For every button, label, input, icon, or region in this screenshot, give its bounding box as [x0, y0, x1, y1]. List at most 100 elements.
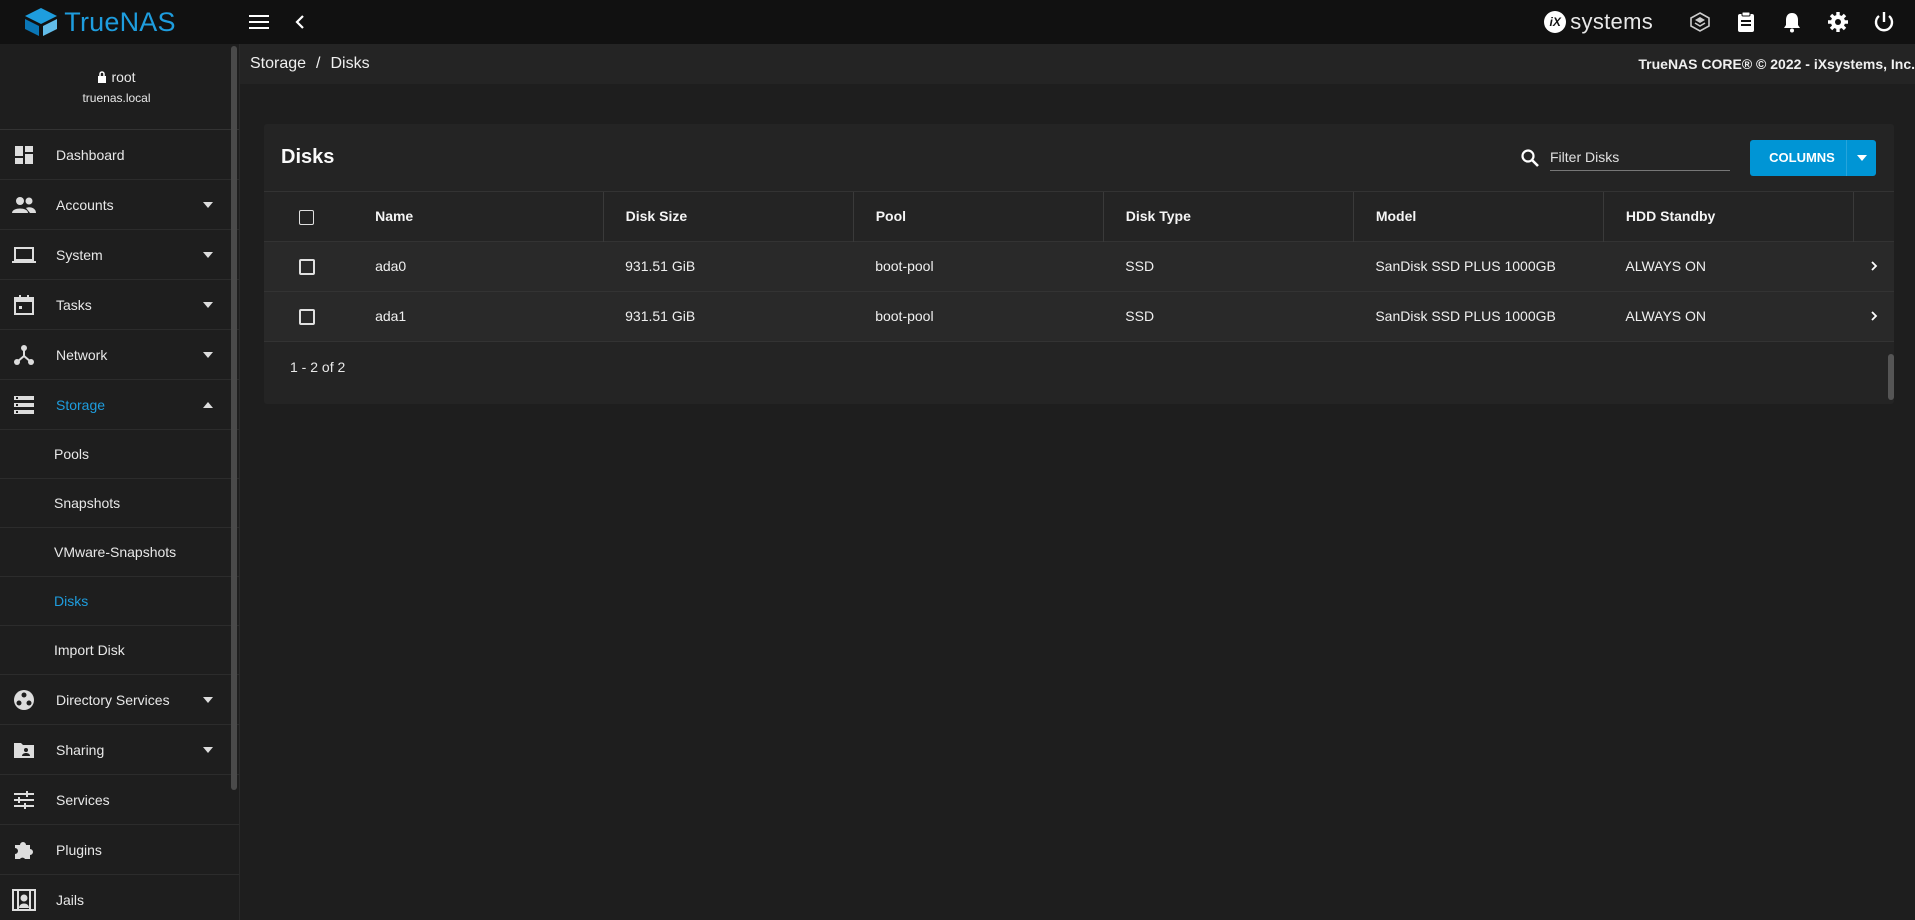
sidebar-item-network[interactable]: Network	[0, 330, 239, 380]
copyright-text[interactable]: TrueNAS CORE® © 2022 - iXsystems, Inc.	[1638, 56, 1915, 72]
power-button[interactable]	[1863, 2, 1905, 42]
sidebar-scrollbar[interactable]	[231, 46, 237, 790]
table-row[interactable]: ada0 931.51 GiB boot-pool SSD SanDisk SS…	[264, 241, 1894, 291]
table-scrollbar[interactable]	[1888, 354, 1894, 400]
cell-model: SanDisk SSD PLUS 1000GB	[1375, 308, 1556, 325]
caret-down-icon	[203, 746, 213, 753]
host-name: truenas.local	[82, 90, 151, 105]
truecommand-button[interactable]	[1679, 2, 1721, 42]
breadcrumb-storage-link[interactable]: Storage	[250, 55, 306, 73]
sidebar-item-label: Dashboard	[56, 146, 125, 163]
user-info: root truenas.local	[0, 44, 239, 130]
menu-toggle-button[interactable]	[240, 2, 280, 42]
network-icon	[12, 343, 36, 367]
chevron-right-icon	[1871, 261, 1877, 271]
columns-button[interactable]: COLUMNS	[1750, 139, 1876, 176]
sidebar-item-tasks[interactable]: Tasks	[0, 280, 239, 330]
storage-icon	[12, 393, 36, 417]
ixsystems-logo[interactable]: iX systems	[1544, 9, 1653, 35]
sidebar-subitem-pools[interactable]: Pools	[0, 430, 239, 479]
sidebar-item-label: Accounts	[56, 196, 114, 213]
bell-icon	[1784, 13, 1800, 33]
breadcrumb-separator: /	[316, 55, 321, 72]
row-expand-button[interactable]	[1853, 291, 1894, 341]
user-name-row: root	[97, 69, 136, 85]
table-row[interactable]: ada1 931.51 GiB boot-pool SSD SanDisk SS…	[264, 291, 1894, 341]
truenas-logo[interactable]: TrueNAS	[0, 0, 240, 44]
column-header-disk-type[interactable]: Disk Type	[1103, 192, 1354, 241]
caret-down-icon	[203, 301, 213, 308]
sidebar-subitem-import-disk[interactable]: Import Disk	[0, 626, 239, 675]
accounts-icon	[12, 193, 36, 217]
cell-pool: boot-pool	[875, 258, 934, 274]
cell-disk-type: SSD	[1125, 258, 1155, 274]
cell-disk-size: 931.51 GiB	[625, 258, 696, 274]
breadcrumb-current: Disks	[330, 55, 370, 72]
lock-icon	[98, 70, 107, 83]
sidebar-subitem-disks[interactable]: Disks	[0, 577, 239, 626]
column-header-pool[interactable]: Pool	[853, 192, 1104, 241]
column-header-hdd-standby[interactable]: HDD Standby	[1603, 192, 1854, 241]
power-icon	[1874, 12, 1894, 32]
sidebar-item-label: System	[56, 246, 103, 263]
row-expand-button[interactable]	[1853, 241, 1894, 291]
search-icon	[1521, 148, 1539, 167]
task-manager-button[interactable]	[1725, 2, 1767, 42]
caret-down-icon	[203, 201, 213, 208]
select-all-checkbox[interactable]	[299, 209, 314, 225]
columns-button-label: COLUMNS	[1769, 150, 1835, 165]
sidebar-item-accounts[interactable]: Accounts	[0, 180, 239, 230]
columns-dropdown-toggle[interactable]	[1846, 139, 1876, 176]
sidebar-item-sharing[interactable]: Sharing	[0, 725, 239, 775]
sidebar-item-plugins[interactable]: Plugins	[0, 825, 239, 875]
clipboard-icon	[1738, 11, 1754, 32]
settings-button[interactable]	[1817, 2, 1859, 42]
caret-up-icon	[203, 401, 213, 408]
calendar-icon	[12, 293, 36, 317]
column-header-disk-size[interactable]: Disk Size	[603, 192, 854, 241]
cell-disk-size: 931.51 GiB	[625, 308, 696, 325]
caret-down-icon	[203, 696, 213, 703]
sidebar-item-label: Tasks	[56, 296, 92, 313]
table-header-row: Name Disk Size Pool Disk Type Model HDD …	[264, 192, 1894, 241]
alerts-button[interactable]	[1771, 2, 1813, 42]
cell-disk-type: SSD	[1125, 308, 1155, 325]
sidebar-subitem-vmware-snapshots[interactable]: VMware-Snapshots	[0, 528, 239, 577]
laptop-icon	[12, 243, 36, 267]
sidebar-item-label: Network	[56, 346, 108, 363]
chevron-left-icon	[295, 15, 304, 29]
tune-icon	[12, 788, 36, 812]
sidebar-item-label: Directory Services	[56, 691, 170, 708]
disks-card-header: Disks COLUMNS	[264, 124, 1894, 192]
column-header-name[interactable]: Name	[353, 192, 604, 241]
disks-table: Name Disk Size Pool Disk Type Model HDD …	[264, 192, 1894, 341]
sidebar-subitem-snapshots[interactable]: Snapshots	[0, 479, 239, 528]
cell-name: ada0	[375, 258, 407, 274]
sidebar-item-dashboard[interactable]: Dashboard	[0, 130, 239, 180]
filter-disks-input[interactable]	[1550, 144, 1730, 171]
collapse-sidebar-button[interactable]	[280, 2, 320, 42]
column-header-model[interactable]: Model	[1353, 192, 1604, 241]
cell-model: SanDisk SSD PLUS 1000GB	[1375, 258, 1556, 274]
page-title: Disks	[281, 146, 335, 168]
pagination-info: 1 - 2 of 2	[264, 341, 1894, 391]
caret-down-icon	[1856, 154, 1867, 161]
select-all-cell	[264, 192, 353, 241]
directory-services-icon	[12, 688, 36, 712]
sidebar-item-label: Services	[56, 791, 110, 808]
sidebar-item-storage[interactable]: Storage	[0, 380, 239, 430]
column-header-actions	[1853, 192, 1894, 241]
breadcrumb: Storage / Disks TrueNAS CORE® © 2022 - i…	[240, 44, 1915, 84]
sidebar-item-services[interactable]: Services	[0, 775, 239, 825]
sidebar-item-system[interactable]: System	[0, 230, 239, 280]
cell-hdd-standby: ALWAYS ON	[1625, 258, 1707, 274]
gear-icon	[1828, 12, 1848, 32]
row-checkbox[interactable]	[299, 308, 315, 325]
sidebar-item-directory-services[interactable]: Directory Services	[0, 675, 239, 725]
cell-pool: boot-pool	[875, 308, 934, 325]
disks-card: Disks COLUMNS Name Disk Size Pool Disk T…	[264, 124, 1894, 404]
sidebar-item-jails[interactable]: Jails	[0, 875, 239, 920]
row-checkbox[interactable]	[299, 258, 315, 275]
cell-name: ada1	[375, 308, 407, 325]
truenas-logo-icon	[25, 8, 58, 36]
